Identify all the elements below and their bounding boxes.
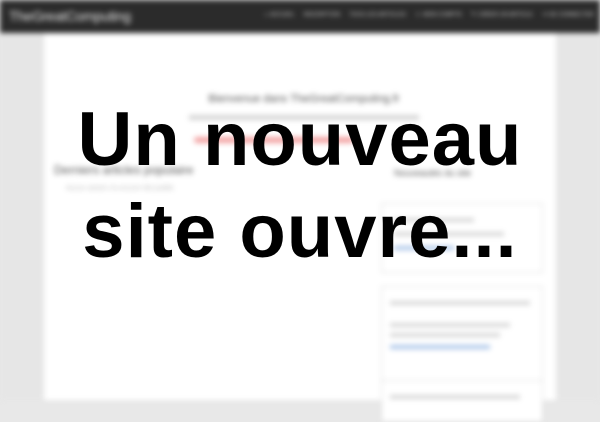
announcement-overlay: Un nouveau site ouvre...	[0, 0, 600, 400]
headline-line-2: site ouvre...	[82, 189, 518, 274]
headline-line-1: Un nouveau	[77, 97, 523, 182]
